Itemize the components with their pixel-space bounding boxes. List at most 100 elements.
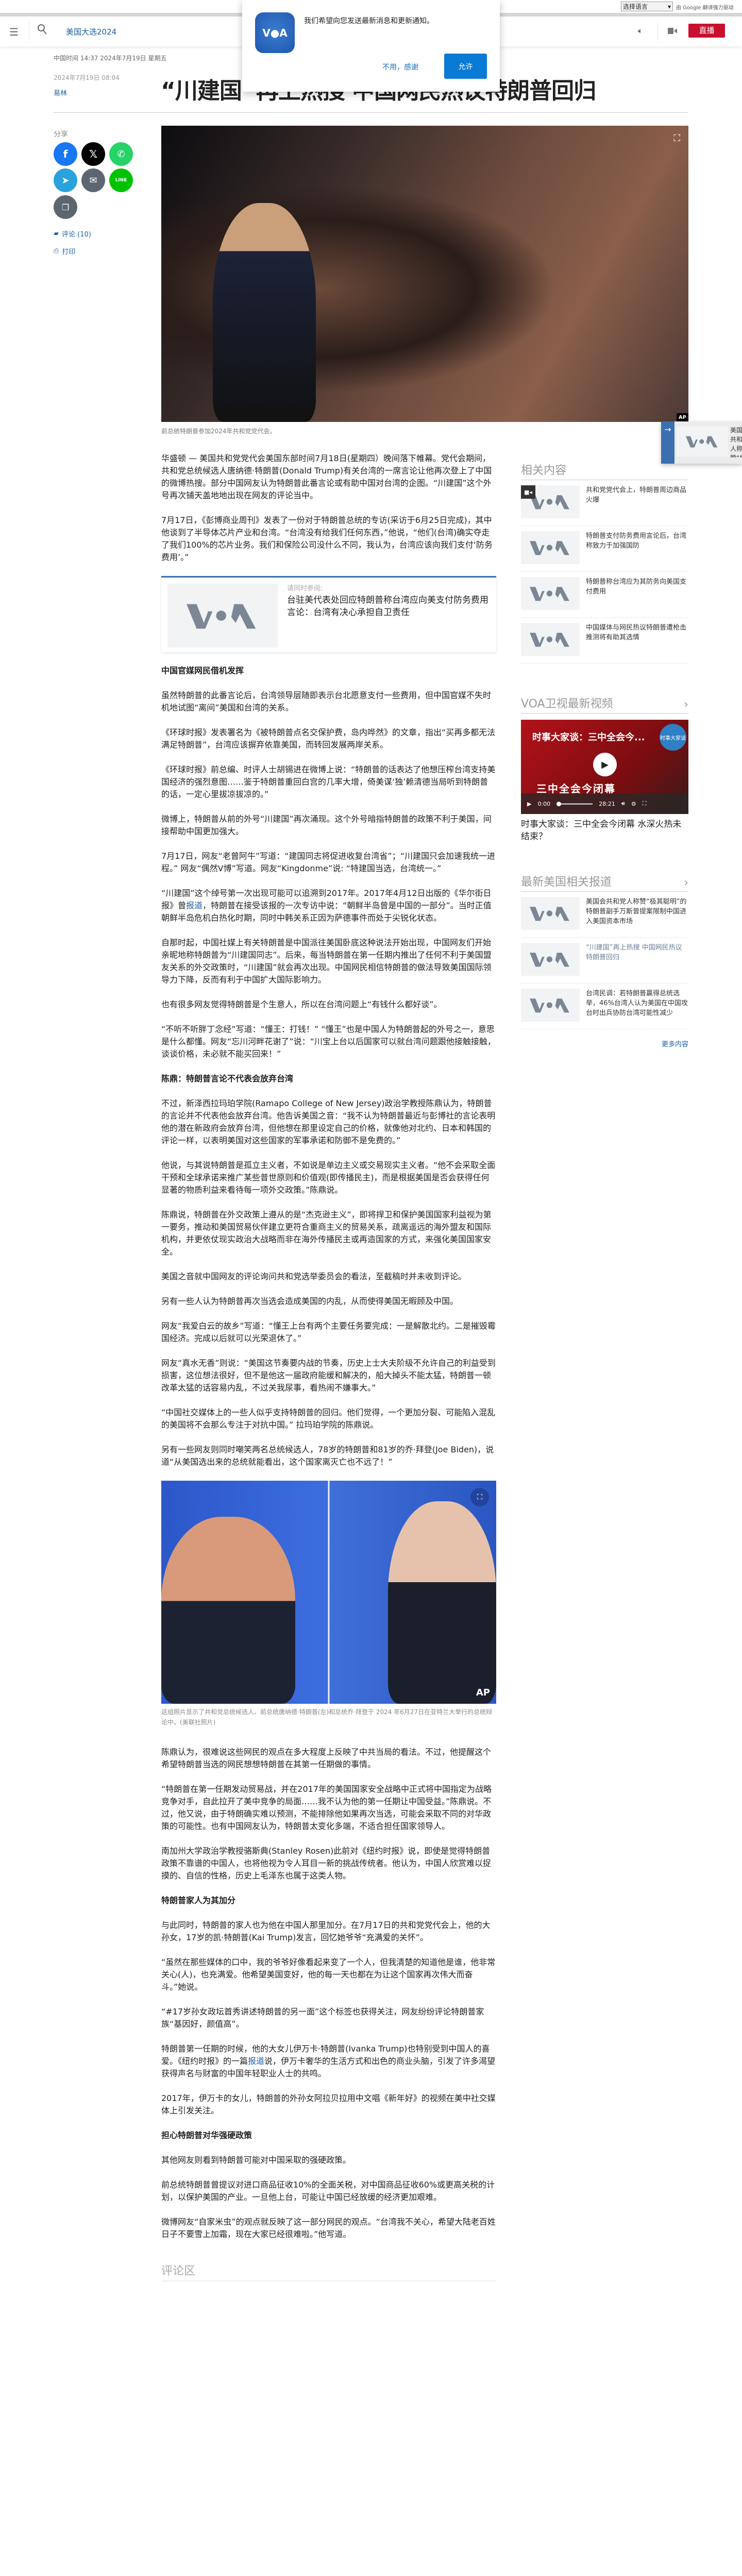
voa-logo xyxy=(187,601,259,630)
comments-link[interactable]: ▰ 评论 (10) xyxy=(54,229,91,239)
voa-logo xyxy=(530,585,571,602)
publish-date: 2024年7月19日 08:04 xyxy=(54,74,120,81)
right-figure xyxy=(388,1501,496,1704)
video-icon[interactable] xyxy=(668,27,677,37)
paragraph: 前总统特朗普曾提议对进口商品征收10%的全面关税，对中国商品征收60%或更高关税… xyxy=(161,2180,495,2202)
copy-link-button[interactable]: ❐ xyxy=(54,195,77,219)
x-share-button[interactable]: 𝕏 xyxy=(81,142,105,166)
seek-bar[interactable] xyxy=(556,801,593,806)
see-also-card[interactable]: 请同时参阅: 台驻美代表处回应特朗普称台湾应向美支付防务费用言论：台湾有决心承担自… xyxy=(161,576,496,652)
section-heading: 担心特朗普对华强硬政策 xyxy=(161,2130,252,2140)
sidebar: 相关内容 ■◂ 共和党党代会上，特朗普周边商品火爆 特朗普支付防务费用言论后，台湾称… xyxy=(521,461,688,1048)
fullscreen-icon[interactable]: ⛶ xyxy=(673,133,680,144)
paragraph: 华盛顿 — 美国共和党党代会美国东部时间7月18日(星期四）晚间落下帷幕。党代会… xyxy=(161,453,492,500)
email-share-button[interactable]: ✉ xyxy=(81,168,105,192)
paragraph: 2017年，伊万卡的女儿，特朗普的外孙女阿拉贝拉用中文唱《新年好》的视频在美中社… xyxy=(161,2093,496,2115)
language-select[interactable]: 选择语言 ▾ xyxy=(621,2,673,11)
speaker-figure xyxy=(213,203,316,422)
list-item[interactable]: 美国会共和党人称赞“极其聪明”的特朗普副手万斯曾提案限制中国进入美国资本市场 xyxy=(521,892,688,938)
allow-button[interactable]: 允许 xyxy=(444,54,487,79)
inline-link[interactable]: 报道 xyxy=(248,2056,264,2066)
list-item[interactable]: “川建国”再上热搜 中国网民热议特朗普回归 xyxy=(521,938,688,984)
facebook-share-button[interactable]: f xyxy=(54,142,77,166)
divider xyxy=(54,112,688,113)
paragraph: 另有一些人认为特朗普再次当选会造成美国的内乱，从而使得美国无暇顾及中国。 xyxy=(161,1296,459,1306)
video-controls: ▶ 0:00 28:21 🔊︎ ⚙ ⛶ xyxy=(521,793,688,814)
image-credit: AP xyxy=(476,1687,490,1698)
thumbnail xyxy=(521,989,580,1022)
google-translate-credit: 由 Google 翻译强力驱动 xyxy=(676,5,734,11)
print-link[interactable]: ⎙ 打印 xyxy=(54,246,75,256)
notification-message: 我们希望向您发送最新消息和更新通知。 xyxy=(304,17,434,25)
local-time: 中国时间 14:37 2024年7月19日 星期五 xyxy=(54,55,167,62)
figure-caption: 这组照片显示了共和党总统候选人、前总统唐纳德·特朗普(左)和总统乔·拜登于 20… xyxy=(161,1708,493,1726)
thumbnail xyxy=(521,943,580,976)
comments-heading: 评论区 xyxy=(161,2265,496,2281)
print-link-label: 打印 xyxy=(62,248,76,256)
video-heading[interactable]: VOA卫视最新视频 › xyxy=(521,694,688,714)
author-link[interactable]: 易林 xyxy=(54,88,67,97)
whatsapp-share-button[interactable]: ✆ xyxy=(109,142,133,166)
see-also-text: 请同时参阅: 台驻美代表处回应特朗普称台湾应向美支付防务费用言论：台湾有决心承担自… xyxy=(287,584,490,646)
next-article-widget[interactable]: → 美国会共和党人称赞“极其聪明”的特朗普副手万斯曾提案限制中国进入美国资本市场 xyxy=(661,421,742,464)
video-icon: ■◂ xyxy=(521,485,535,499)
volume-icon[interactable]: 🔊︎ xyxy=(621,800,625,807)
section-heading: 中国官媒网民借机发挥 xyxy=(161,666,244,675)
paragraph: “川建国”这个绰号第一次出现可能可以追溯到2017年。2017年4月12日出版的… xyxy=(161,887,496,924)
item-title: 特朗普称台湾应为其防务向美国支付费用 xyxy=(586,578,687,596)
list-item[interactable]: 台湾民调：若特朗普赢得总统选举，46%台湾人认为美国在中国攻台时出兵协防台湾可能… xyxy=(521,984,688,1029)
voa-logo xyxy=(530,494,571,510)
fullscreen-icon[interactable]: ⛶ xyxy=(643,800,647,807)
list-item[interactable]: 特朗普支付防务费用言论后，台湾称致力于加强国防 xyxy=(521,526,688,572)
facebook-icon: f xyxy=(63,148,68,160)
notification-prompt: V●A 我们希望向您发送最新消息和更新通知。 不用，感谢 允许 xyxy=(242,0,500,92)
telegram-icon: ➤ xyxy=(61,175,70,186)
related-heading: 相关内容 xyxy=(521,461,688,480)
current-time: 0:00 xyxy=(537,800,551,807)
list-item[interactable]: 中国媒体与网民热议特朗普遭枪击 推测将有助其选情 xyxy=(521,618,688,664)
paragraph: 自那时起，中国社媒上有关特朗普是中国派往美国卧底这种说法开始出现，中国网友们开始… xyxy=(161,938,492,985)
see-also-title: 台驻美代表处回应特朗普称台湾应向美支付防务费用言论：台湾有决心承担自卫责任 xyxy=(287,595,488,618)
menu-icon[interactable]: ☰ xyxy=(9,26,19,38)
decline-button[interactable]: 不用，感谢 xyxy=(382,62,418,72)
paragraph: 网友“我爱白云的故乡”写道：“懂王上台有两个主要任务要完成：一是解散北约。二是摧… xyxy=(161,1321,496,1343)
list-item[interactable]: 特朗普称台湾应为其防务向美国支付费用 xyxy=(521,572,688,618)
seek-handle[interactable] xyxy=(556,801,562,806)
latest-heading[interactable]: 最新美国相关报道 › xyxy=(521,873,688,892)
paragraph: “不听不听胖丁念经”写道：“懂王：打钱！” “懂王”也是中国人为特朗普起的外号之… xyxy=(161,1024,496,1059)
speaker-icon[interactable]: 🔈︎ xyxy=(638,26,643,36)
video-title[interactable]: 时事大家谈：三中全会今闭幕 水深火热未结束？ xyxy=(521,818,688,843)
inline-link[interactable]: 报道 xyxy=(186,901,203,910)
paragraph: 7月17日，《彭博商业周刊》发表了一份对于特朗普总统的专访(采访于6月25日完成… xyxy=(161,515,493,562)
paragraph: 《环球时报》前总编、时评人士胡锡进在微博上说：“特朗普的话表达了他想压榨台湾支持… xyxy=(161,765,496,799)
paragraph: “虽然在那些媒体的口中，我的爷爷好像看起来变了一个人，但我清楚的知道他是谁，他非… xyxy=(161,1957,496,1992)
video-overlay-title: 时事大家谈：三中全会今... xyxy=(532,732,645,743)
duration: 28:21 xyxy=(599,800,615,807)
paragraph: 陈鼎认为，很难说这些网民的观点在多大程度上反映了中共当局的看法。不过，他提醒这个… xyxy=(161,1747,492,1769)
telegram-share-button[interactable]: ➤ xyxy=(54,168,77,192)
thumbnail xyxy=(521,577,580,610)
video-player[interactable]: 时事大家谈：三中全会今... 时事大家谈 三中全会今闭幕 ▶ ▶ 0:00 28… xyxy=(521,720,688,814)
play-button[interactable]: ▶ xyxy=(593,753,617,776)
thumbnail: ■◂ xyxy=(521,485,580,518)
paragraph: 不过，新泽西拉玛珀学院(Ramapo College of New Jersey… xyxy=(161,1098,496,1145)
search-icon[interactable] xyxy=(37,24,47,37)
list-item[interactable]: ■◂ 共和党党代会上，特朗普周边商品火爆 xyxy=(521,480,688,526)
thumbnail xyxy=(521,531,580,564)
show-badge: 时事大家谈 xyxy=(660,724,686,751)
item-title: 中国媒体与网民热议特朗普遭枪击 推测将有助其选情 xyxy=(586,624,687,641)
paragraph: 7月17日，网友“老曾阿牛”写道：“建国同志将促进收复台湾省”；“川建国只会加速… xyxy=(161,851,495,873)
line-share-button[interactable]: LINE xyxy=(109,168,133,192)
paragraph: 他说，与其说特朗普是孤立主义者，不如说是单边主义或交易现实主义者。“他不会采取全… xyxy=(161,1160,496,1195)
language-select-value: 选择语言 xyxy=(623,3,648,10)
fullscreen-icon[interactable]: ⛶ xyxy=(470,1488,489,1506)
nav-link-us-election-2024[interactable]: 美国大选2024 xyxy=(66,26,116,37)
email-icon: ✉ xyxy=(89,175,97,186)
more-link[interactable]: 更多内容 xyxy=(521,1039,688,1048)
settings-icon[interactable]: ⚙ xyxy=(631,801,636,807)
item-title: 美国会共和党人称赞“极其聪明”的特朗普副手万斯曾提案限制中国进入美国资本市场 xyxy=(586,898,687,925)
heading-text: 最新美国相关报道 xyxy=(521,876,612,889)
live-button[interactable]: 直播 xyxy=(688,24,725,38)
paragraph: 其他网友则看到特朗普可能对中国采取的强硬政策。 xyxy=(161,2155,351,2165)
play-icon[interactable]: ▶ xyxy=(527,801,531,807)
